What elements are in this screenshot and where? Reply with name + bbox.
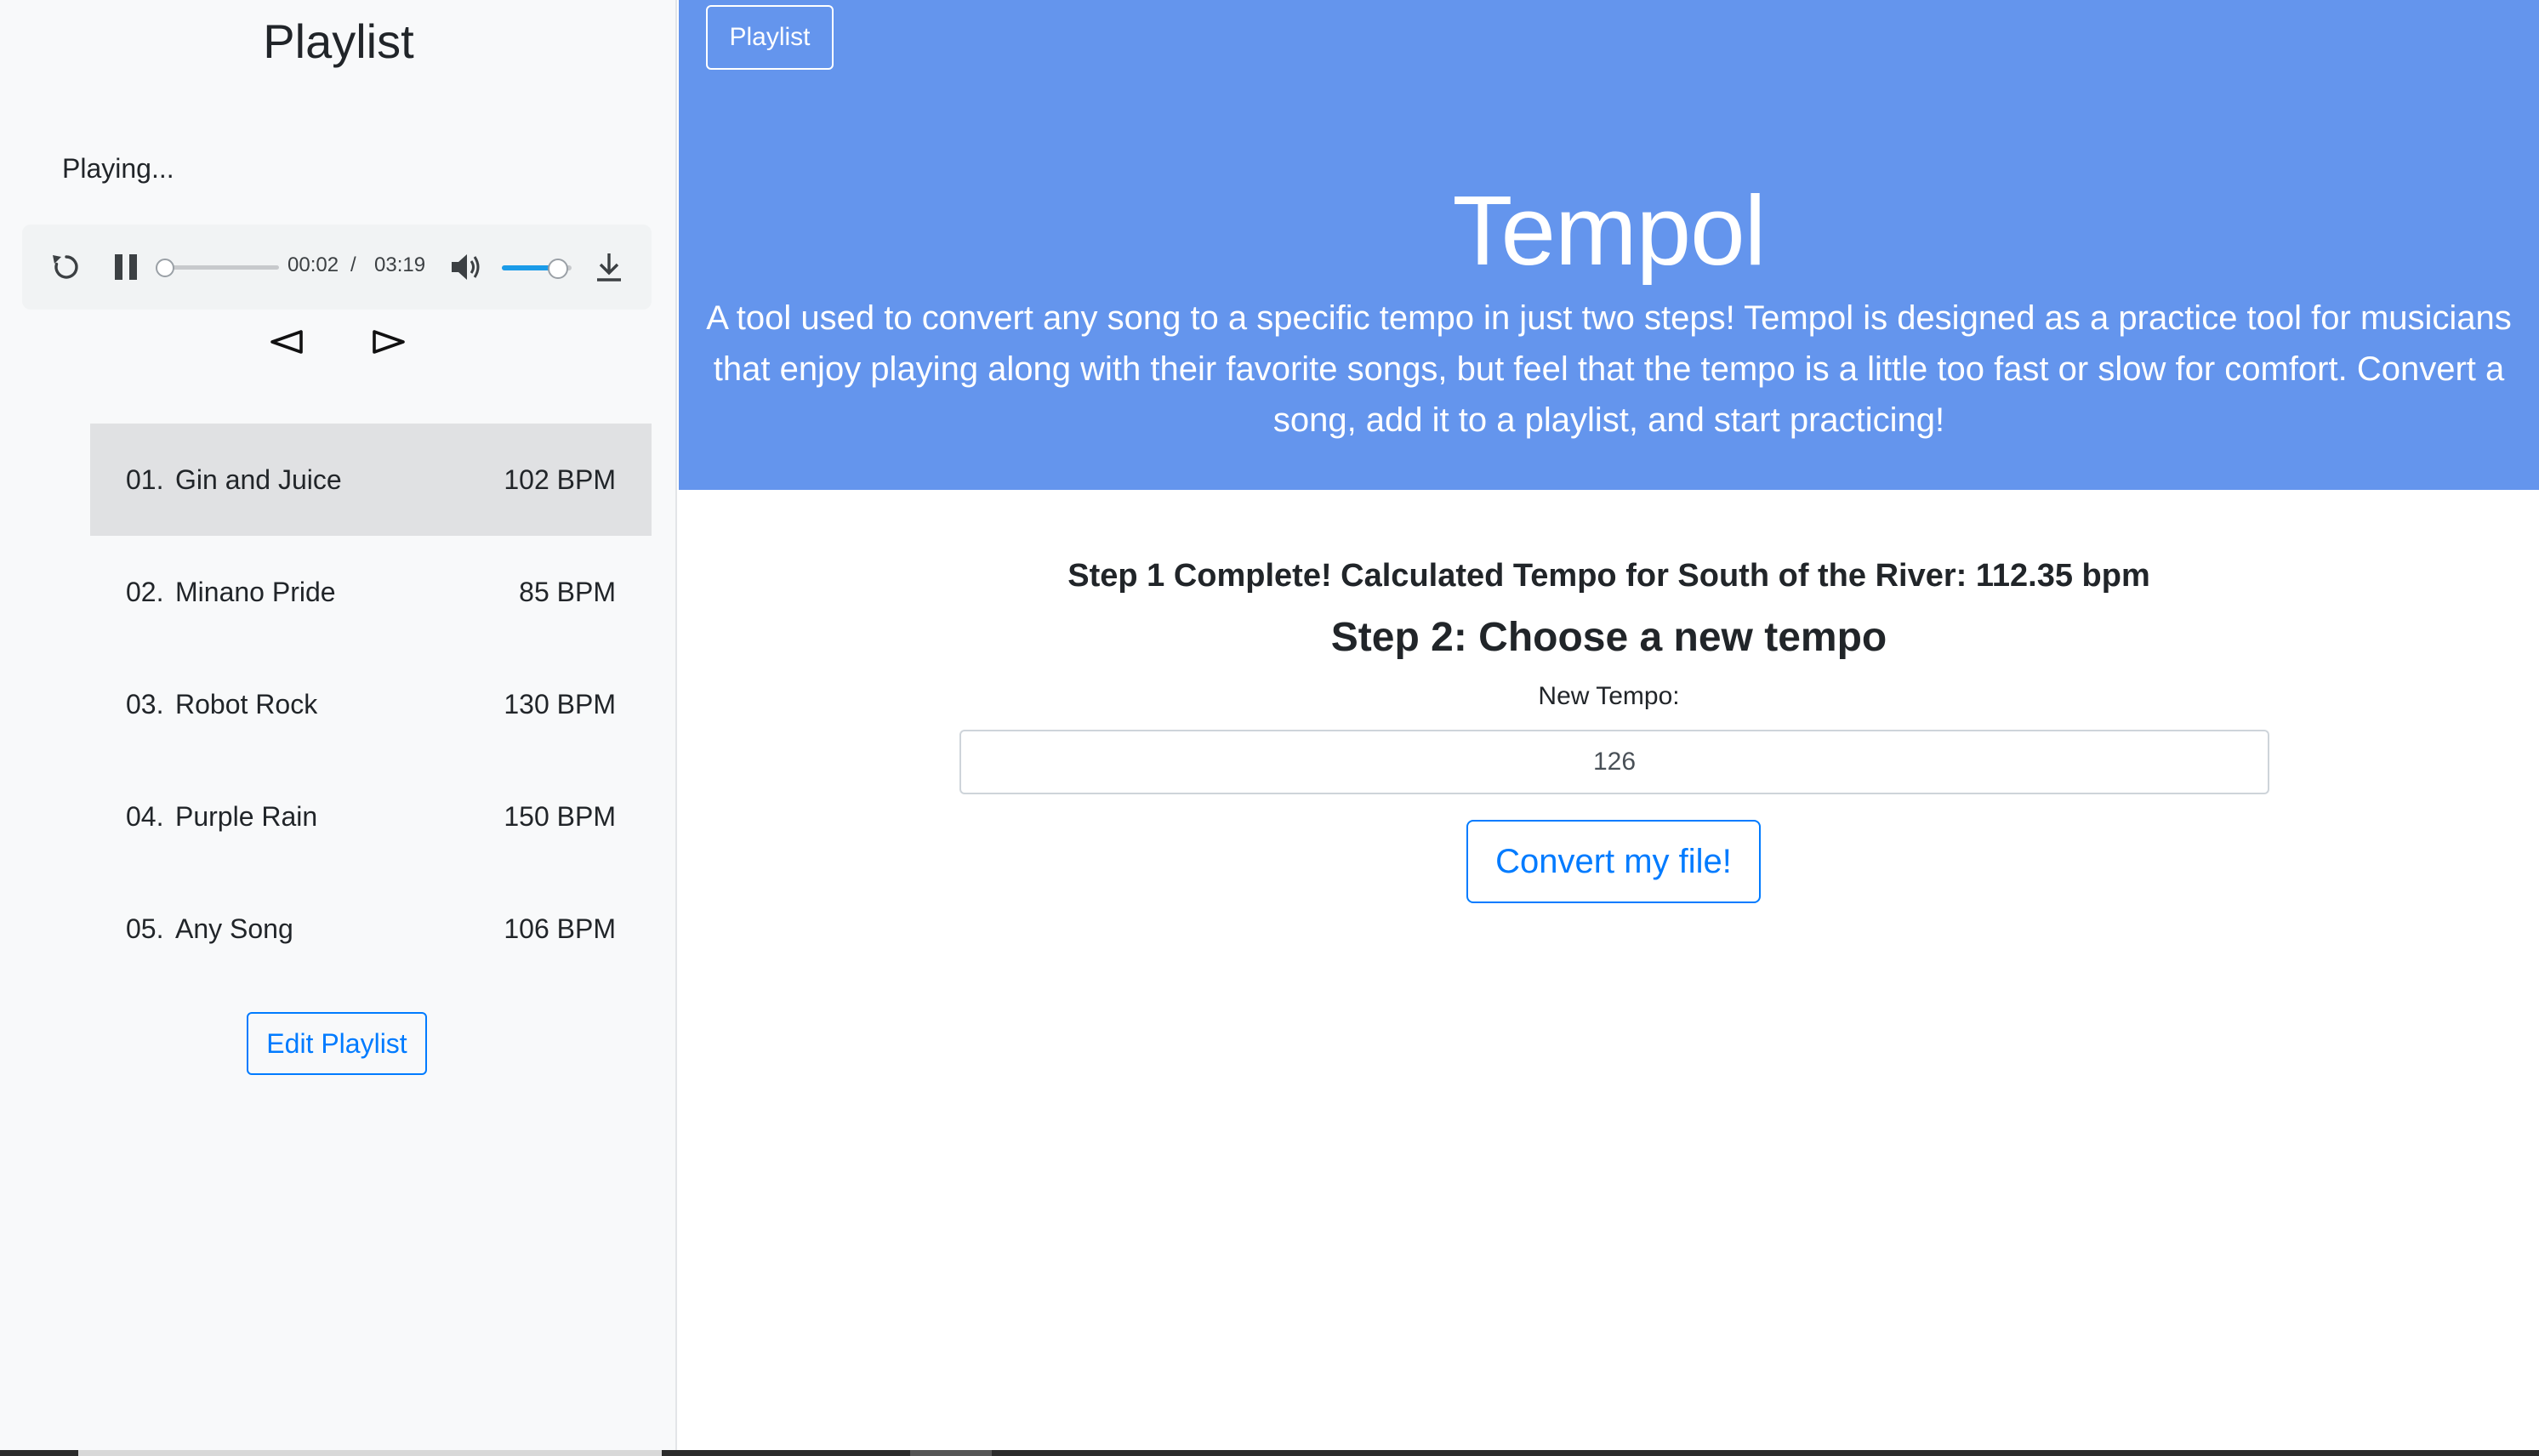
playlist-sidebar: Playlist Playing... 00:02 / 03:19 01. Gi… — [0, 0, 677, 1450]
current-time: 00:02 — [287, 253, 339, 276]
song-title: Purple Rain — [175, 801, 318, 832]
song-bpm: 150 BPM — [504, 801, 616, 832]
song-bpm: 106 BPM — [504, 913, 616, 944]
step2-title: Step 2: Choose a new tempo — [1330, 615, 1887, 660]
bottom-taskbar-strip — [0, 1450, 2539, 1456]
song-title: Robot Rock — [175, 689, 318, 719]
new-tempo-label: New Tempo: — [1538, 682, 1680, 710]
song-item[interactable]: 02. Minano Pride 85 BPM — [90, 536, 652, 648]
song-item[interactable]: 05. Any Song 106 BPM — [90, 873, 652, 985]
edit-playlist-button[interactable]: Edit Playlist — [247, 1012, 427, 1075]
seek-track — [160, 265, 279, 270]
song-number: 02. — [126, 577, 164, 607]
song-item[interactable]: 01. Gin and Juice 102 BPM — [90, 424, 652, 536]
song-bpm: 85 BPM — [519, 577, 616, 607]
previous-track-icon[interactable] — [269, 328, 305, 355]
pause-icon[interactable] — [111, 252, 141, 282]
song-title: Any Song — [175, 913, 293, 944]
playing-status: Playing... — [62, 153, 174, 184]
volume-thumb[interactable] — [547, 259, 568, 279]
song-number: 03. — [126, 689, 164, 719]
song-title: Gin and Juice — [175, 464, 342, 495]
replay-icon[interactable] — [49, 250, 83, 284]
song-item[interactable]: 04. Purple Rain 150 BPM — [90, 760, 652, 873]
download-icon[interactable] — [592, 250, 626, 284]
total-time: 03:19 — [374, 253, 426, 276]
song-title: Minano Pride — [175, 577, 336, 607]
song-item[interactable]: 03. Robot Rock 130 BPM — [90, 648, 652, 760]
step1-result: Step 1 Complete! Calculated Tempo for So… — [1067, 558, 2150, 594]
volume-slider[interactable] — [502, 259, 572, 279]
app-window: Playlist Playing... 00:02 / 03:19 01. Gi… — [0, 0, 2539, 1456]
audio-player: 00:02 / 03:19 — [22, 225, 652, 310]
next-track-icon[interactable] — [371, 328, 407, 355]
hero-banner: Playlist Tempol A tool used to convert a… — [679, 0, 2539, 490]
seek-thumb[interactable] — [156, 259, 175, 277]
taskbar-segment — [910, 1450, 992, 1456]
sidebar-title: Playlist — [263, 14, 414, 68]
taskbar-segment — [78, 1450, 662, 1456]
song-bpm: 130 BPM — [504, 689, 616, 719]
song-list: 01. Gin and Juice 102 BPM 02. Minano Pri… — [90, 424, 652, 985]
song-number: 01. — [126, 464, 164, 495]
playlist-toggle-button[interactable]: Playlist — [706, 5, 834, 70]
app-title: Tempol — [1452, 175, 1767, 286]
song-number: 04. — [126, 801, 164, 832]
new-tempo-input[interactable] — [959, 730, 2269, 794]
song-bpm: 102 BPM — [504, 464, 616, 495]
volume-icon[interactable] — [449, 250, 485, 284]
song-number: 05. — [126, 913, 164, 944]
app-description: A tool used to convert any song to a spe… — [706, 299, 2512, 439]
convert-file-button[interactable]: Convert my file! — [1466, 820, 1761, 903]
time-separator: / — [350, 253, 356, 276]
seek-slider[interactable] — [156, 259, 279, 277]
